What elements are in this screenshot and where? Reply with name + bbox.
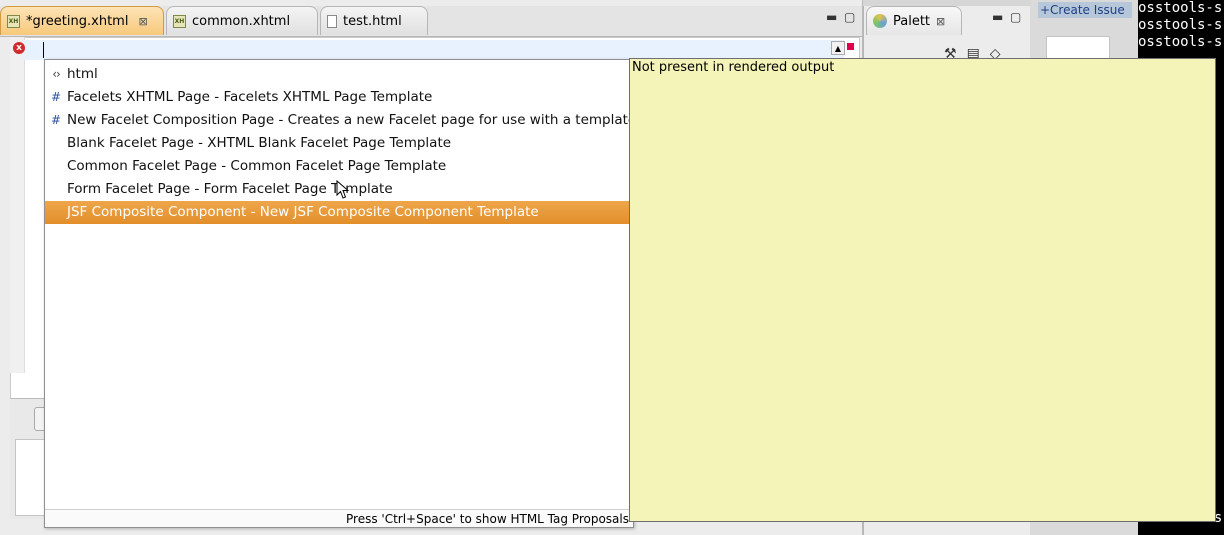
tab-greeting-xhtml[interactable]: XH *greeting.xhtml ⊠ [0,6,164,35]
content-assist-popup: ‹› html # Facelets XHTML Page - Facelets XH… [44,59,641,528]
proposal-item[interactable]: Common Facelet Page - Common Facelet Pag… [45,155,633,178]
tab-label: test.html [343,13,402,29]
tab-label: *greeting.xhtml [26,13,129,29]
proposal-label: html [67,66,98,82]
close-icon[interactable]: ⊠ [138,15,147,28]
proposal-label: JSF Composite Component - New JSF Compos… [67,204,539,220]
proposal-item[interactable]: # Facelets XHTML Page - Facelets XHTML Pa… [45,86,633,109]
terminal-line: osstools-s [1138,17,1223,33]
maximize-icon[interactable]: ▢ [844,10,855,24]
proposal-label: Common Facelet Page - Common Facelet Pag… [67,158,447,174]
html-file-icon [327,14,337,28]
minimize-icon[interactable]: ▬ [992,10,1003,24]
terminal-line: osstools-s [1138,34,1223,50]
tag-icon: ‹› [52,67,61,81]
tab-palette[interactable]: Palett ⊠ [866,6,962,35]
proposal-item[interactable]: Blank Facelet Page - XHTML Blank Facelet… [45,132,633,155]
error-icon[interactable]: x [13,42,25,54]
xhtml-file-icon: XH [7,14,20,28]
editor-tab-bar: XH *greeting.xhtml ⊠ XH common.xhtml tes… [0,6,862,37]
proposal-item[interactable]: JSF Composite Component - New JSF Compos… [45,201,633,224]
terminal-line: osstools-s [1138,0,1223,16]
maximize-icon[interactable]: ▢ [1010,10,1021,24]
tab-label: common.xhtml [192,13,291,29]
palette-tab-label: Palett [893,13,931,29]
proposal-label: Blank Facelet Page - XHTML Blank Facelet… [67,135,452,151]
vertical-ruler [10,37,25,373]
overview-ruler-error-mark[interactable] [847,43,854,50]
additional-info-popup: Not present in rendered output [629,58,1216,522]
proposal-label: Facelets XHTML Page - Facelets XHTML Pag… [67,89,433,105]
current-line-highlight [24,40,844,60]
proposal-item[interactable]: # New Facelet Composition Page - Creates … [45,109,641,132]
template-icon: # [50,113,62,127]
info-text: Not present in rendered output [632,60,835,75]
mouse-pointer-icon [336,180,350,199]
palette-icon [873,14,887,28]
minimize-icon[interactable]: ▬ [826,10,837,24]
xhtml-file-icon: XH [173,14,186,28]
template-icon: # [50,90,62,104]
close-icon[interactable]: ⊠ [936,15,945,28]
tab-common-xhtml[interactable]: XH common.xhtml [166,6,318,35]
text-caret [43,42,44,58]
proposal-item[interactable]: ‹› html [45,63,633,86]
create-issue-link[interactable]: +Create Issue [1038,2,1132,18]
proposal-label: New Facelet Composition Page - Creates a… [67,112,641,128]
tab-test-html[interactable]: test.html [320,6,428,35]
scroll-up-icon[interactable]: ▲ [831,41,845,55]
content-assist-status: Press 'Ctrl+Space' to show HTML Tag Prop… [45,509,633,527]
